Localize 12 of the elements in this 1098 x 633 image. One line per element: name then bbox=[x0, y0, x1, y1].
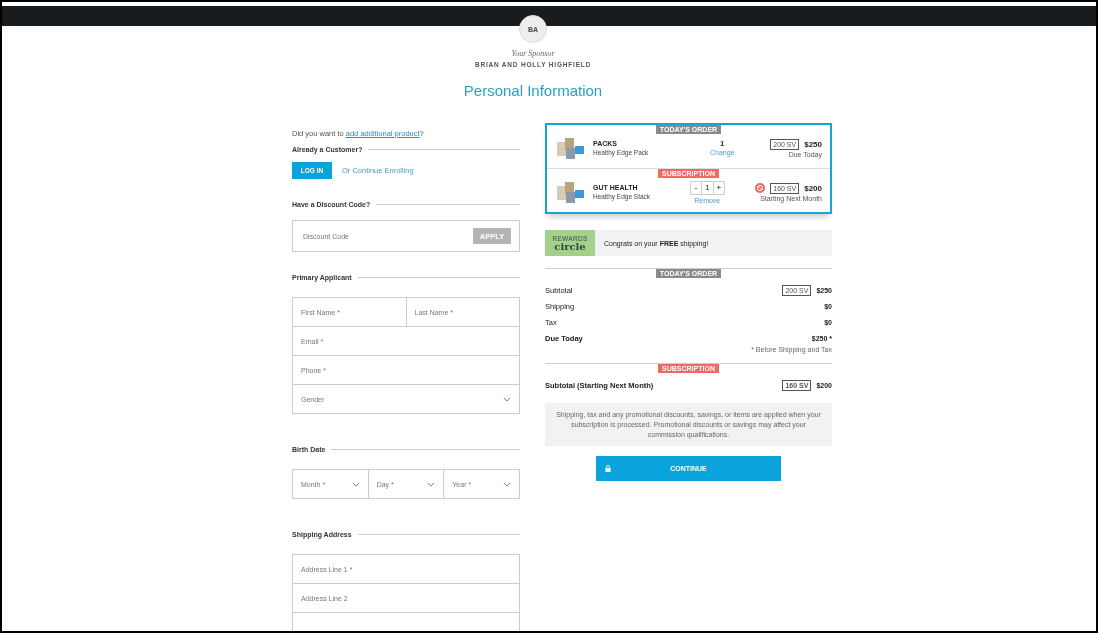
no-entry-icon[interactable] bbox=[755, 183, 766, 193]
sponsor-label: Your Sponsor bbox=[511, 49, 555, 58]
product-boxes-drawing bbox=[555, 136, 585, 160]
chevron-down-icon bbox=[503, 396, 511, 402]
chevron-down-icon bbox=[351, 481, 360, 487]
lock-icon bbox=[605, 465, 611, 473]
page-title: Personal Information bbox=[463, 82, 603, 99]
item-price: $200 bbox=[804, 183, 822, 193]
chevron-down-icon bbox=[503, 481, 511, 487]
product-boxes-drawing bbox=[555, 180, 585, 204]
item-price: $250 bbox=[804, 139, 822, 149]
chevron-down-icon bbox=[427, 481, 436, 487]
